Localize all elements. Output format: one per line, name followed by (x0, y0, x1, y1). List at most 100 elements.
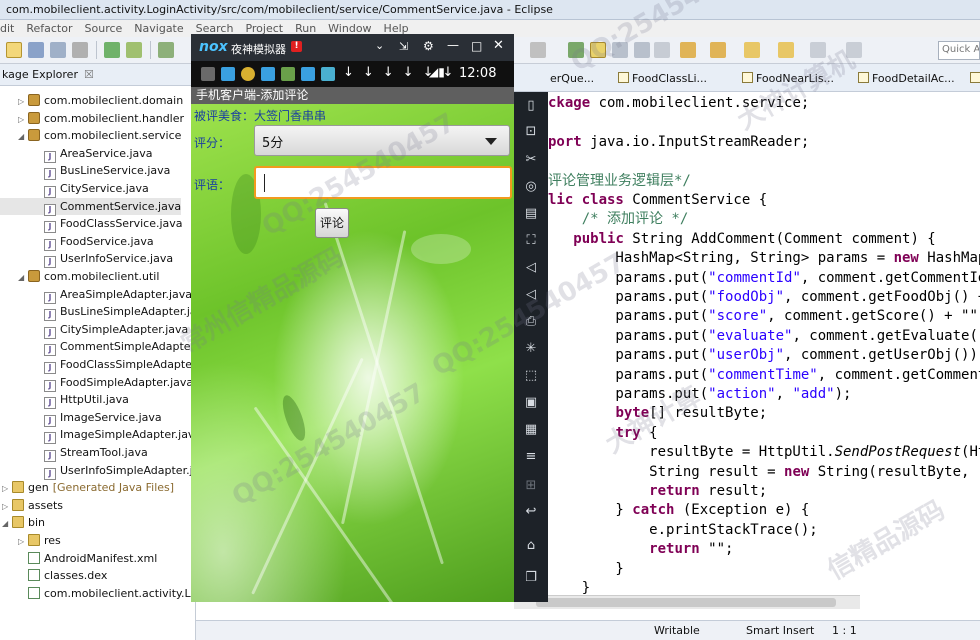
tree-item[interactable]: AreaService.java (0, 145, 153, 163)
screenshot-icon[interactable]: ⎙ (522, 314, 540, 330)
print-icon[interactable] (72, 42, 88, 58)
tree-item[interactable]: ◢ com.mobileclient.util (0, 268, 159, 285)
settings-gear-icon[interactable]: ⚙ (423, 39, 434, 53)
tree-item[interactable]: UserInfoService.java (0, 250, 173, 269)
forward-icon[interactable] (778, 42, 794, 58)
collapse-arrow-icon[interactable]: ▷ (2, 498, 12, 515)
tree-item[interactable]: AndroidManifest.xml (0, 550, 157, 567)
tree-item[interactable]: HttpUtil.java (0, 391, 129, 410)
back-icon[interactable]: ↩ (522, 504, 540, 520)
tree-item[interactable]: AreaSimpleAdapter.java (0, 286, 192, 304)
recent-apps-icon[interactable]: ❐ (522, 570, 540, 586)
tree-item[interactable]: ▷ assets (0, 497, 63, 514)
tree-item[interactable]: ▷ com.mobileclient.domain (0, 92, 183, 109)
editor-tab[interactable]: FoodClassLi... (614, 69, 732, 89)
android-sdk-icon[interactable] (104, 42, 120, 58)
rotate-screen-icon[interactable]: ▯ (522, 98, 540, 114)
submit-comment-button[interactable]: 评论 (315, 208, 349, 238)
volume-down-icon[interactable]: ◁ (522, 287, 540, 303)
fullscreen-icon[interactable]: ⛶ (522, 233, 540, 249)
tree-item[interactable]: BusLineService.java (0, 162, 170, 181)
status-writable: Writable (654, 624, 700, 637)
tree-item[interactable]: classes.dex (0, 567, 107, 584)
location-icon[interactable]: ◎ (522, 179, 540, 195)
tree-item[interactable]: CitySimpleAdapter.java (0, 321, 188, 339)
android-icon[interactable]: ⊡ (522, 124, 540, 140)
home-icon[interactable]: ⌂ (522, 538, 540, 554)
editor-tab[interactable]: erQue... (546, 69, 612, 89)
collapse-arrow-icon[interactable]: ▷ (18, 533, 28, 550)
tree-item[interactable]: FoodService.java (0, 233, 154, 251)
menu-item[interactable]: dit (0, 22, 14, 37)
tree-item[interactable]: UserInfoSimpleAdapter.java (0, 462, 195, 480)
quick-access-input[interactable]: Quick A (938, 41, 980, 60)
block-select-icon[interactable] (612, 42, 628, 58)
multi-instance-icon[interactable]: ▦ (522, 422, 540, 438)
menu-icon[interactable]: ≡ (522, 449, 540, 465)
tree-item[interactable]: BusLineSimpleAdapter.java (0, 303, 195, 322)
tree-item[interactable]: CommentSimpleAdapter.java (0, 338, 195, 357)
collapse-arrow-icon[interactable]: ▷ (18, 111, 28, 128)
save-icon[interactable] (28, 42, 44, 58)
show-whitespace-icon[interactable] (634, 42, 650, 58)
nav-forward-icon[interactable] (810, 42, 826, 58)
expand-arrow-icon[interactable]: ◢ (2, 515, 12, 532)
pilcrow-icon[interactable] (654, 42, 670, 58)
scissors-icon[interactable]: ✂ (522, 152, 540, 168)
minimize-icon[interactable]: — (447, 38, 459, 52)
back-icon[interactable] (744, 42, 760, 58)
tree-item[interactable]: ▷ gen [Generated Java Files] (0, 479, 174, 496)
collapse-arrow-icon[interactable]: ▷ (18, 93, 28, 110)
tree-item[interactable]: ▷ res (0, 532, 61, 549)
scrollbar-thumb[interactable] (536, 598, 836, 607)
expand-arrow-icon[interactable]: ◢ (18, 269, 28, 286)
close-icon[interactable]: ☒ (84, 68, 94, 81)
tree-item[interactable]: FoodSimpleAdapter.java (0, 374, 193, 392)
maximize-icon[interactable]: □ (471, 39, 482, 53)
loading-icon[interactable]: ✳ (522, 341, 540, 357)
notification-badge[interactable]: ! (291, 41, 302, 52)
menu-item[interactable]: Refactor (26, 22, 72, 37)
tree-item[interactable]: ImageService.java (0, 409, 162, 427)
add-icon[interactable]: ⊞ (522, 478, 540, 494)
mark-occurrences-icon[interactable] (590, 42, 606, 58)
code-editor[interactable]: ckage com.mobileclient.service; port java… (514, 92, 980, 612)
wand-icon[interactable] (530, 42, 546, 58)
next-annotation-icon[interactable] (680, 42, 696, 58)
chevron-down-icon[interactable]: ⌄ (375, 39, 384, 52)
pin-icon[interactable]: ⇲ (399, 40, 408, 53)
tree-item[interactable]: ▷ com.mobileclient.handler (0, 110, 184, 127)
close-icon[interactable]: ✕ (493, 38, 504, 53)
tree-item[interactable]: FoodClassSimpleAdapter.java (0, 356, 195, 374)
tree-item[interactable]: ◢ bin (0, 514, 45, 531)
tree-item[interactable]: com.mobileclient.activity.Login (0, 585, 195, 602)
prev-annotation-icon[interactable] (710, 42, 726, 58)
open-type-icon[interactable] (568, 42, 584, 58)
tree-item[interactable]: ImageSimpleAdapter.java (0, 426, 195, 445)
expand-arrow-icon[interactable]: ◢ (18, 128, 28, 145)
check-icon[interactable] (158, 42, 174, 58)
menu-item[interactable]: Source (85, 22, 123, 37)
tree-item[interactable]: CommentService.java (0, 197, 182, 216)
video-icon[interactable]: ▣ (522, 395, 540, 411)
tree-item[interactable]: FoodClassService.java (0, 215, 183, 234)
editor-tab[interactable]: FoodNearLis... (738, 69, 848, 89)
avd-manager-icon[interactable] (126, 42, 142, 58)
tree-item[interactable]: StreamTool.java (0, 444, 148, 462)
new-icon[interactable] (6, 42, 22, 58)
tree-item[interactable]: ◢ com.mobileclient.service (0, 127, 181, 144)
macro-icon[interactable]: ⬚ (522, 368, 540, 384)
horizontal-scrollbar[interactable] (514, 595, 860, 609)
tree-item[interactable]: CityService.java (0, 180, 149, 198)
pin-editor-icon[interactable] (846, 42, 862, 58)
score-select[interactable]: 5分 (254, 125, 510, 156)
package-explorer-tab[interactable]: kage Explorer ☒ (0, 64, 195, 86)
menu-item[interactable]: Navigate (134, 22, 183, 37)
save-all-icon[interactable] (50, 42, 66, 58)
editor-tab[interactable]: Co (966, 69, 980, 89)
collapse-arrow-icon[interactable]: ▷ (2, 480, 12, 497)
comment-input[interactable] (254, 166, 512, 199)
editor-tab[interactable]: FoodDetailAc... (854, 69, 962, 89)
keyboard-icon[interactable]: ▤ (522, 206, 540, 222)
volume-up-icon[interactable]: ◁ (522, 260, 540, 276)
